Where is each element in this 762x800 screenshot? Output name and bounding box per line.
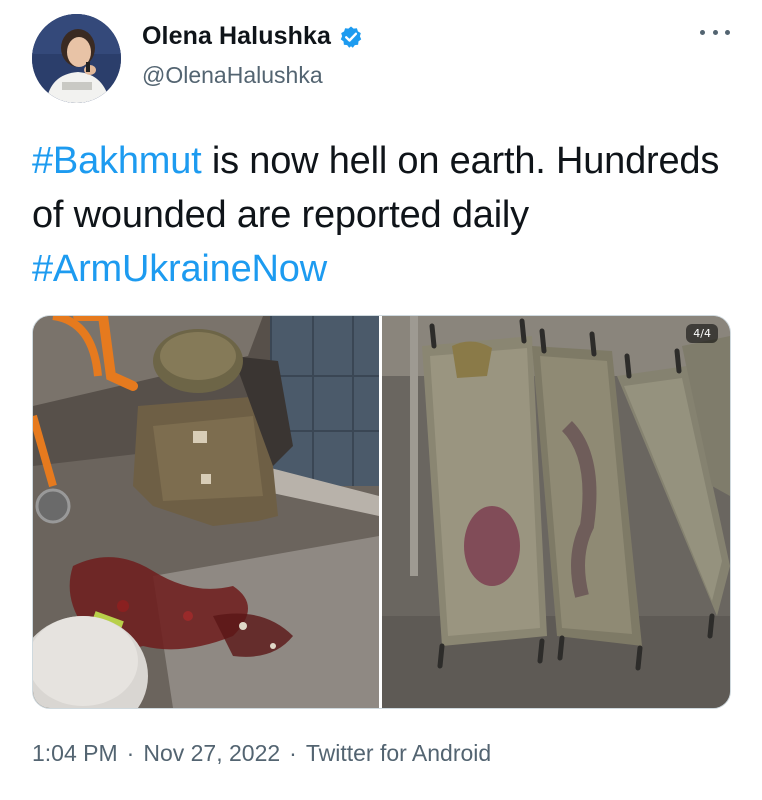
hashtag-armukrainenow[interactable]: #ArmUkraineNow xyxy=(32,248,327,290)
tweet-text: #Bakhmut is now hell on earth. Hundreds … xyxy=(32,134,732,296)
avatar[interactable] xyxy=(32,14,121,103)
tweet-time[interactable]: 1:04 PM xyxy=(32,740,118,767)
tweet-source[interactable]: Twitter for Android xyxy=(306,740,491,767)
photo-stretchers[interactable]: 4/4 xyxy=(382,316,730,708)
tweet-meta: 1:04 PM · Nov 27, 2022 · Twitter for And… xyxy=(32,740,491,767)
hashtag-bakhmut[interactable]: #Bakhmut xyxy=(32,140,202,182)
meta-separator: · xyxy=(126,740,135,766)
media-grid: 4/4 xyxy=(32,315,731,709)
author-handle[interactable]: @OlenaHalushka xyxy=(142,62,323,89)
photo-body-armor-blood[interactable] xyxy=(33,316,379,708)
verified-badge-icon xyxy=(339,25,363,49)
media-counter-badge: 4/4 xyxy=(686,324,718,343)
author-display-name[interactable]: Olena Halushka xyxy=(142,22,331,51)
author-name-row[interactable]: Olena Halushka xyxy=(142,22,363,51)
tweet: Olena Halushka @OlenaHalushka #Bakhmut i… xyxy=(0,0,762,800)
meta-separator: · xyxy=(289,740,297,766)
tweet-date[interactable]: Nov 27, 2022 xyxy=(143,740,280,767)
more-options-icon[interactable] xyxy=(700,22,730,42)
